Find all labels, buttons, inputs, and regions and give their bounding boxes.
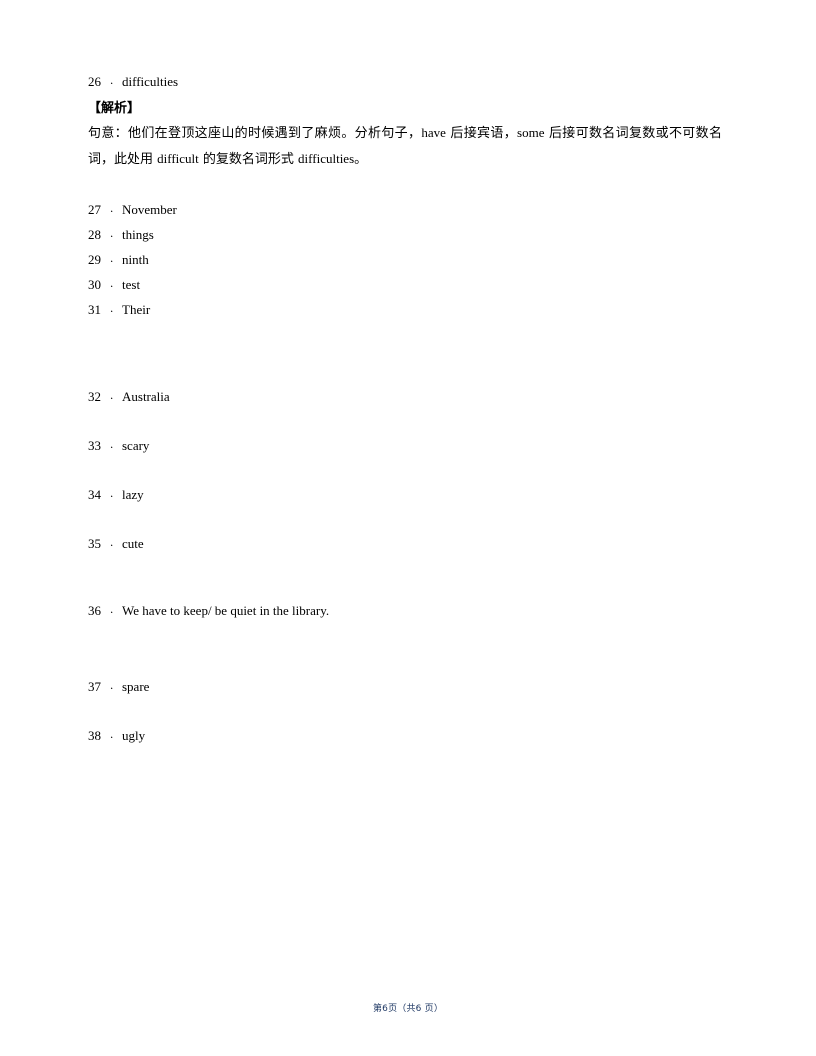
analysis-text-5: 。 — [354, 152, 368, 167]
answer-value: things — [122, 227, 154, 242]
answer-line: 27 ． November — [88, 200, 728, 220]
answer-separator: ． — [109, 77, 119, 87]
page-footer: 第6页（共6 页） — [0, 1002, 816, 1016]
answer-number: 30 — [88, 277, 101, 292]
analysis-label: 【解析】 — [88, 101, 141, 116]
analysis-text-4: 的复数名词形式 — [198, 152, 299, 167]
analysis-term-difficult: difficult — [157, 151, 199, 166]
answer-number: 26 — [88, 74, 101, 89]
answer-separator: ． — [109, 441, 119, 451]
answer-number: 31 — [88, 302, 101, 317]
answer-separator: ． — [109, 392, 119, 402]
answer-value: cute — [122, 536, 144, 551]
answer-number: 32 — [88, 389, 101, 404]
answer-number: 34 — [88, 487, 101, 502]
answer-separator: ． — [109, 230, 119, 240]
answer-value: scary — [122, 438, 150, 453]
answer-value: ninth — [122, 252, 149, 267]
answer-value: difficulties — [122, 74, 179, 89]
page-content: 26 ． difficulties 【解析】 句意：他们在登顶这座山的时候遇到了麻烦… — [88, 72, 728, 775]
answer-line: 28 ． things — [88, 225, 728, 245]
answer-value: Their — [122, 302, 151, 317]
answer-number: 35 — [88, 536, 101, 551]
answer-separator: ． — [109, 490, 119, 500]
document-page: 26 ． difficulties 【解析】 句意：他们在登顶这座山的时候遇到了麻烦… — [0, 0, 816, 1056]
analysis-text-2: 后接宾语， — [445, 126, 518, 141]
answer-line: 37 ． spare — [88, 677, 728, 697]
answer-group-27-31: 27 ． November 28 ． things 29 ． ninth 30 ． test 3… — [88, 200, 728, 320]
answer-value: ugly — [122, 728, 146, 743]
answer-group-32-35: 32 ． Australia 33 ． scary 34 ． lazy 35 ． cute — [88, 387, 728, 554]
answer-line: 29 ． ninth — [88, 250, 728, 270]
analysis-term-some: some — [517, 125, 545, 140]
answer-number: 29 — [88, 252, 101, 267]
answer-group-37-38: 37 ． spare 38 ． ugly — [88, 677, 728, 746]
answer-value: spare — [122, 679, 150, 694]
answer-line: 34 ． lazy — [88, 485, 728, 505]
answer-value: November — [122, 202, 177, 217]
answer-number: 37 — [88, 679, 101, 694]
analysis-text-1: 句意：他们在登顶这座山的时候遇到了麻烦。分析句子， — [88, 126, 422, 141]
answer-value: test — [122, 277, 141, 292]
answer-number: 38 — [88, 728, 101, 743]
answer-separator: ． — [109, 606, 119, 616]
answer-separator: ． — [109, 280, 119, 290]
answer-line: 30 ． test — [88, 275, 728, 295]
answer-group-26: 26 ． difficulties — [88, 72, 728, 92]
answer-number: 33 — [88, 438, 101, 453]
answer-number: 36 — [88, 603, 101, 618]
analysis-term-difficulties: difficulties — [298, 151, 355, 166]
answer-value: lazy — [122, 487, 144, 502]
answer-value: We have to keep/ be quiet in the library… — [122, 603, 330, 618]
answer-value: Australia — [122, 389, 170, 404]
answer-line: 33 ． scary — [88, 436, 728, 456]
analysis-term-have: have — [421, 125, 446, 140]
answer-separator: ． — [109, 255, 119, 265]
answer-separator: ． — [109, 682, 119, 692]
page-number-label: 第6页（共6 页） — [372, 1004, 444, 1014]
answer-line: 36 ． We have to keep/ be quiet in the libr… — [88, 601, 728, 621]
answer-separator: ． — [109, 305, 119, 315]
answer-number: 27 — [88, 202, 101, 217]
answer-line: 26 ． difficulties — [88, 72, 728, 92]
answer-separator: ． — [109, 731, 119, 741]
analysis-body: 句意：他们在登顶这座山的时候遇到了麻烦。分析句子，have 后接宾语，some … — [88, 120, 722, 172]
answer-line: 38 ． ugly — [88, 726, 728, 746]
answer-separator: ． — [109, 539, 119, 549]
answer-group-36: 36 ． We have to keep/ be quiet in the libr… — [88, 601, 728, 621]
answer-line: 31 ． Their — [88, 300, 728, 320]
answer-separator: ． — [109, 205, 119, 215]
answer-number: 28 — [88, 227, 101, 242]
answer-line: 32 ． Australia — [88, 387, 728, 407]
answer-line: 35 ． cute — [88, 534, 728, 554]
